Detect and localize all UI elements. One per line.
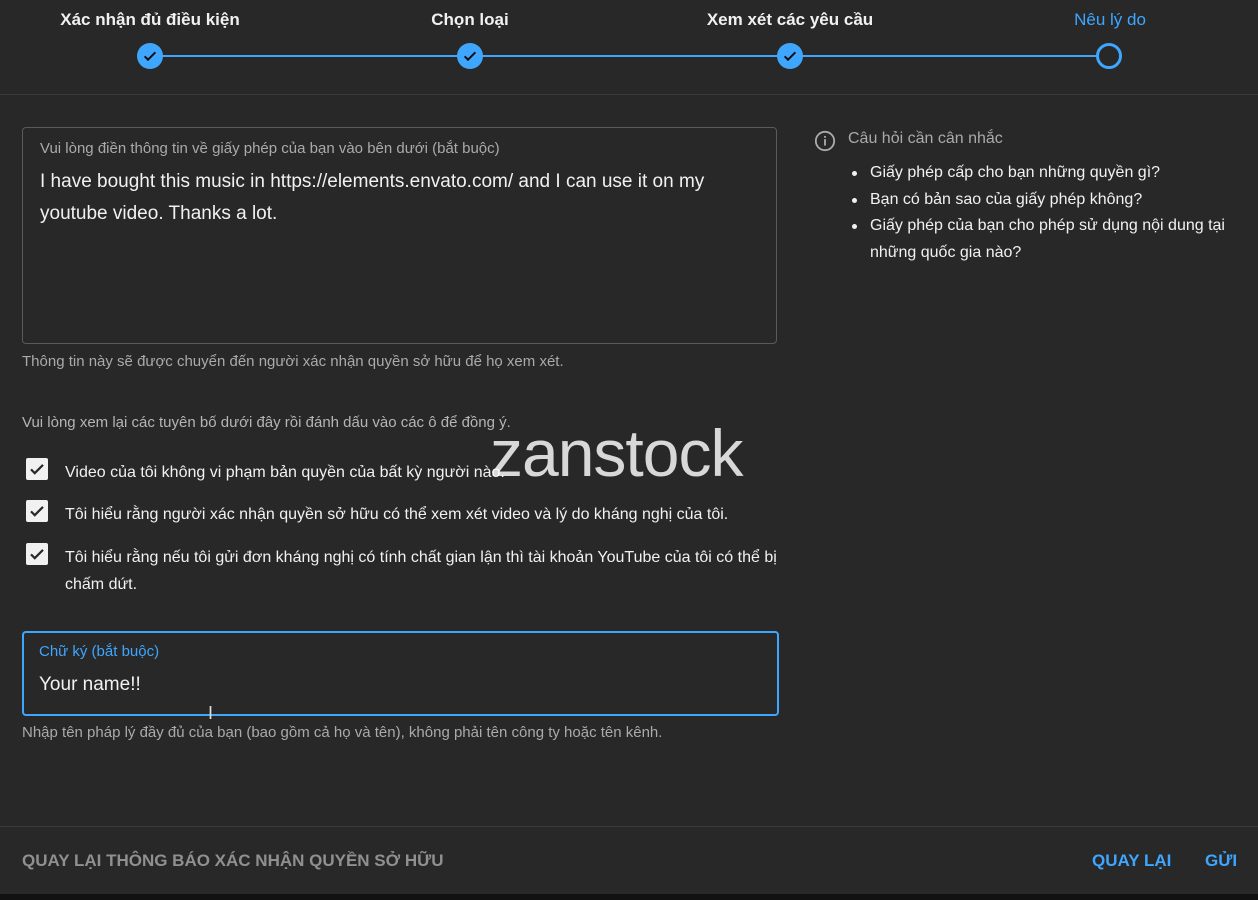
statements-intro: Vui lòng xem lại các tuyên bố dưới đây r… xyxy=(22,414,511,431)
dialog-footer: QUAY LẠI THÔNG BÁO XÁC NHẬN QUYỀN SỞ HỮU… xyxy=(0,826,1258,895)
signature-value[interactable]: Your name!! xyxy=(39,674,141,696)
check-icon xyxy=(463,51,477,62)
info-question-list: Giấy phép cấp cho bạn những quyền gì? Bạ… xyxy=(848,160,1238,266)
license-info-value[interactable]: I have bought this music in https://elem… xyxy=(40,166,760,230)
check-icon xyxy=(143,51,157,62)
statement-checkbox-2[interactable] xyxy=(26,500,48,522)
step-dot-reason xyxy=(1096,43,1122,69)
check-icon xyxy=(30,549,44,560)
back-to-claim-button[interactable]: QUAY LẠI THÔNG BÁO XÁC NHẬN QUYỀN SỞ HỮU xyxy=(22,851,444,871)
step-label-reason: Nêu lý do xyxy=(1074,10,1146,29)
statement-text-3: Tôi hiểu rằng nếu tôi gửi đơn kháng nghị… xyxy=(65,549,777,593)
step-label-review: Xem xét các yêu cầu xyxy=(706,10,874,29)
step-dot-eligibility xyxy=(137,43,163,69)
signature-helper: Nhập tên pháp lý đầy đủ của bạn (bao gồm… xyxy=(22,724,663,741)
license-info-label: Vui lòng điền thông tin về giấy phép của… xyxy=(40,140,500,157)
submit-button[interactable]: GỬI xyxy=(1205,851,1237,871)
step-label-eligibility: Xác nhận đủ điều kiện xyxy=(60,10,240,29)
stepper: Xác nhận đủ điều kiện Chọn loại Xem xét … xyxy=(0,0,1258,95)
statement-checkbox-3[interactable] xyxy=(26,543,48,565)
statement-text-2: Tôi hiểu rằng người xác nhận quyền sở hữ… xyxy=(65,506,729,523)
license-info-textarea[interactable]: Vui lòng điền thông tin về giấy phép của… xyxy=(22,127,777,344)
info-question-1: Giấy phép cấp cho bạn những quyền gì? xyxy=(848,160,1238,187)
appeal-dialog: Xác nhận đủ điều kiện Chọn loại Xem xét … xyxy=(0,0,1258,900)
check-icon xyxy=(30,464,44,475)
signature-field[interactable]: Chữ ký (bắt buộc) Your name!! xyxy=(22,631,779,716)
statement-text-1: Video của tôi không vi phạm bản quyền củ… xyxy=(65,464,505,481)
info-question-3: Giấy phép của bạn cho phép sử dụng nội d… xyxy=(848,213,1238,266)
text-cursor-icon: I xyxy=(208,703,214,723)
info-icon xyxy=(814,130,836,152)
license-info-helper: Thông tin này sẽ được chuyển đến người x… xyxy=(22,353,564,370)
step-dot-type xyxy=(457,43,483,69)
statement-checkbox-1[interactable] xyxy=(26,458,48,480)
bottom-strip xyxy=(0,894,1258,900)
stepper-line xyxy=(150,55,1109,57)
check-icon xyxy=(30,506,44,517)
info-panel-title: Câu hỏi cần cân nhắc xyxy=(848,130,1003,147)
step-label-type: Chọn loại xyxy=(431,10,509,29)
signature-label: Chữ ký (bắt buộc) xyxy=(39,643,160,660)
check-icon xyxy=(783,51,797,62)
back-button[interactable]: QUAY LẠI xyxy=(1092,851,1171,871)
step-dot-review xyxy=(777,43,803,69)
info-question-2: Bạn có bản sao của giấy phép không? xyxy=(848,187,1238,214)
